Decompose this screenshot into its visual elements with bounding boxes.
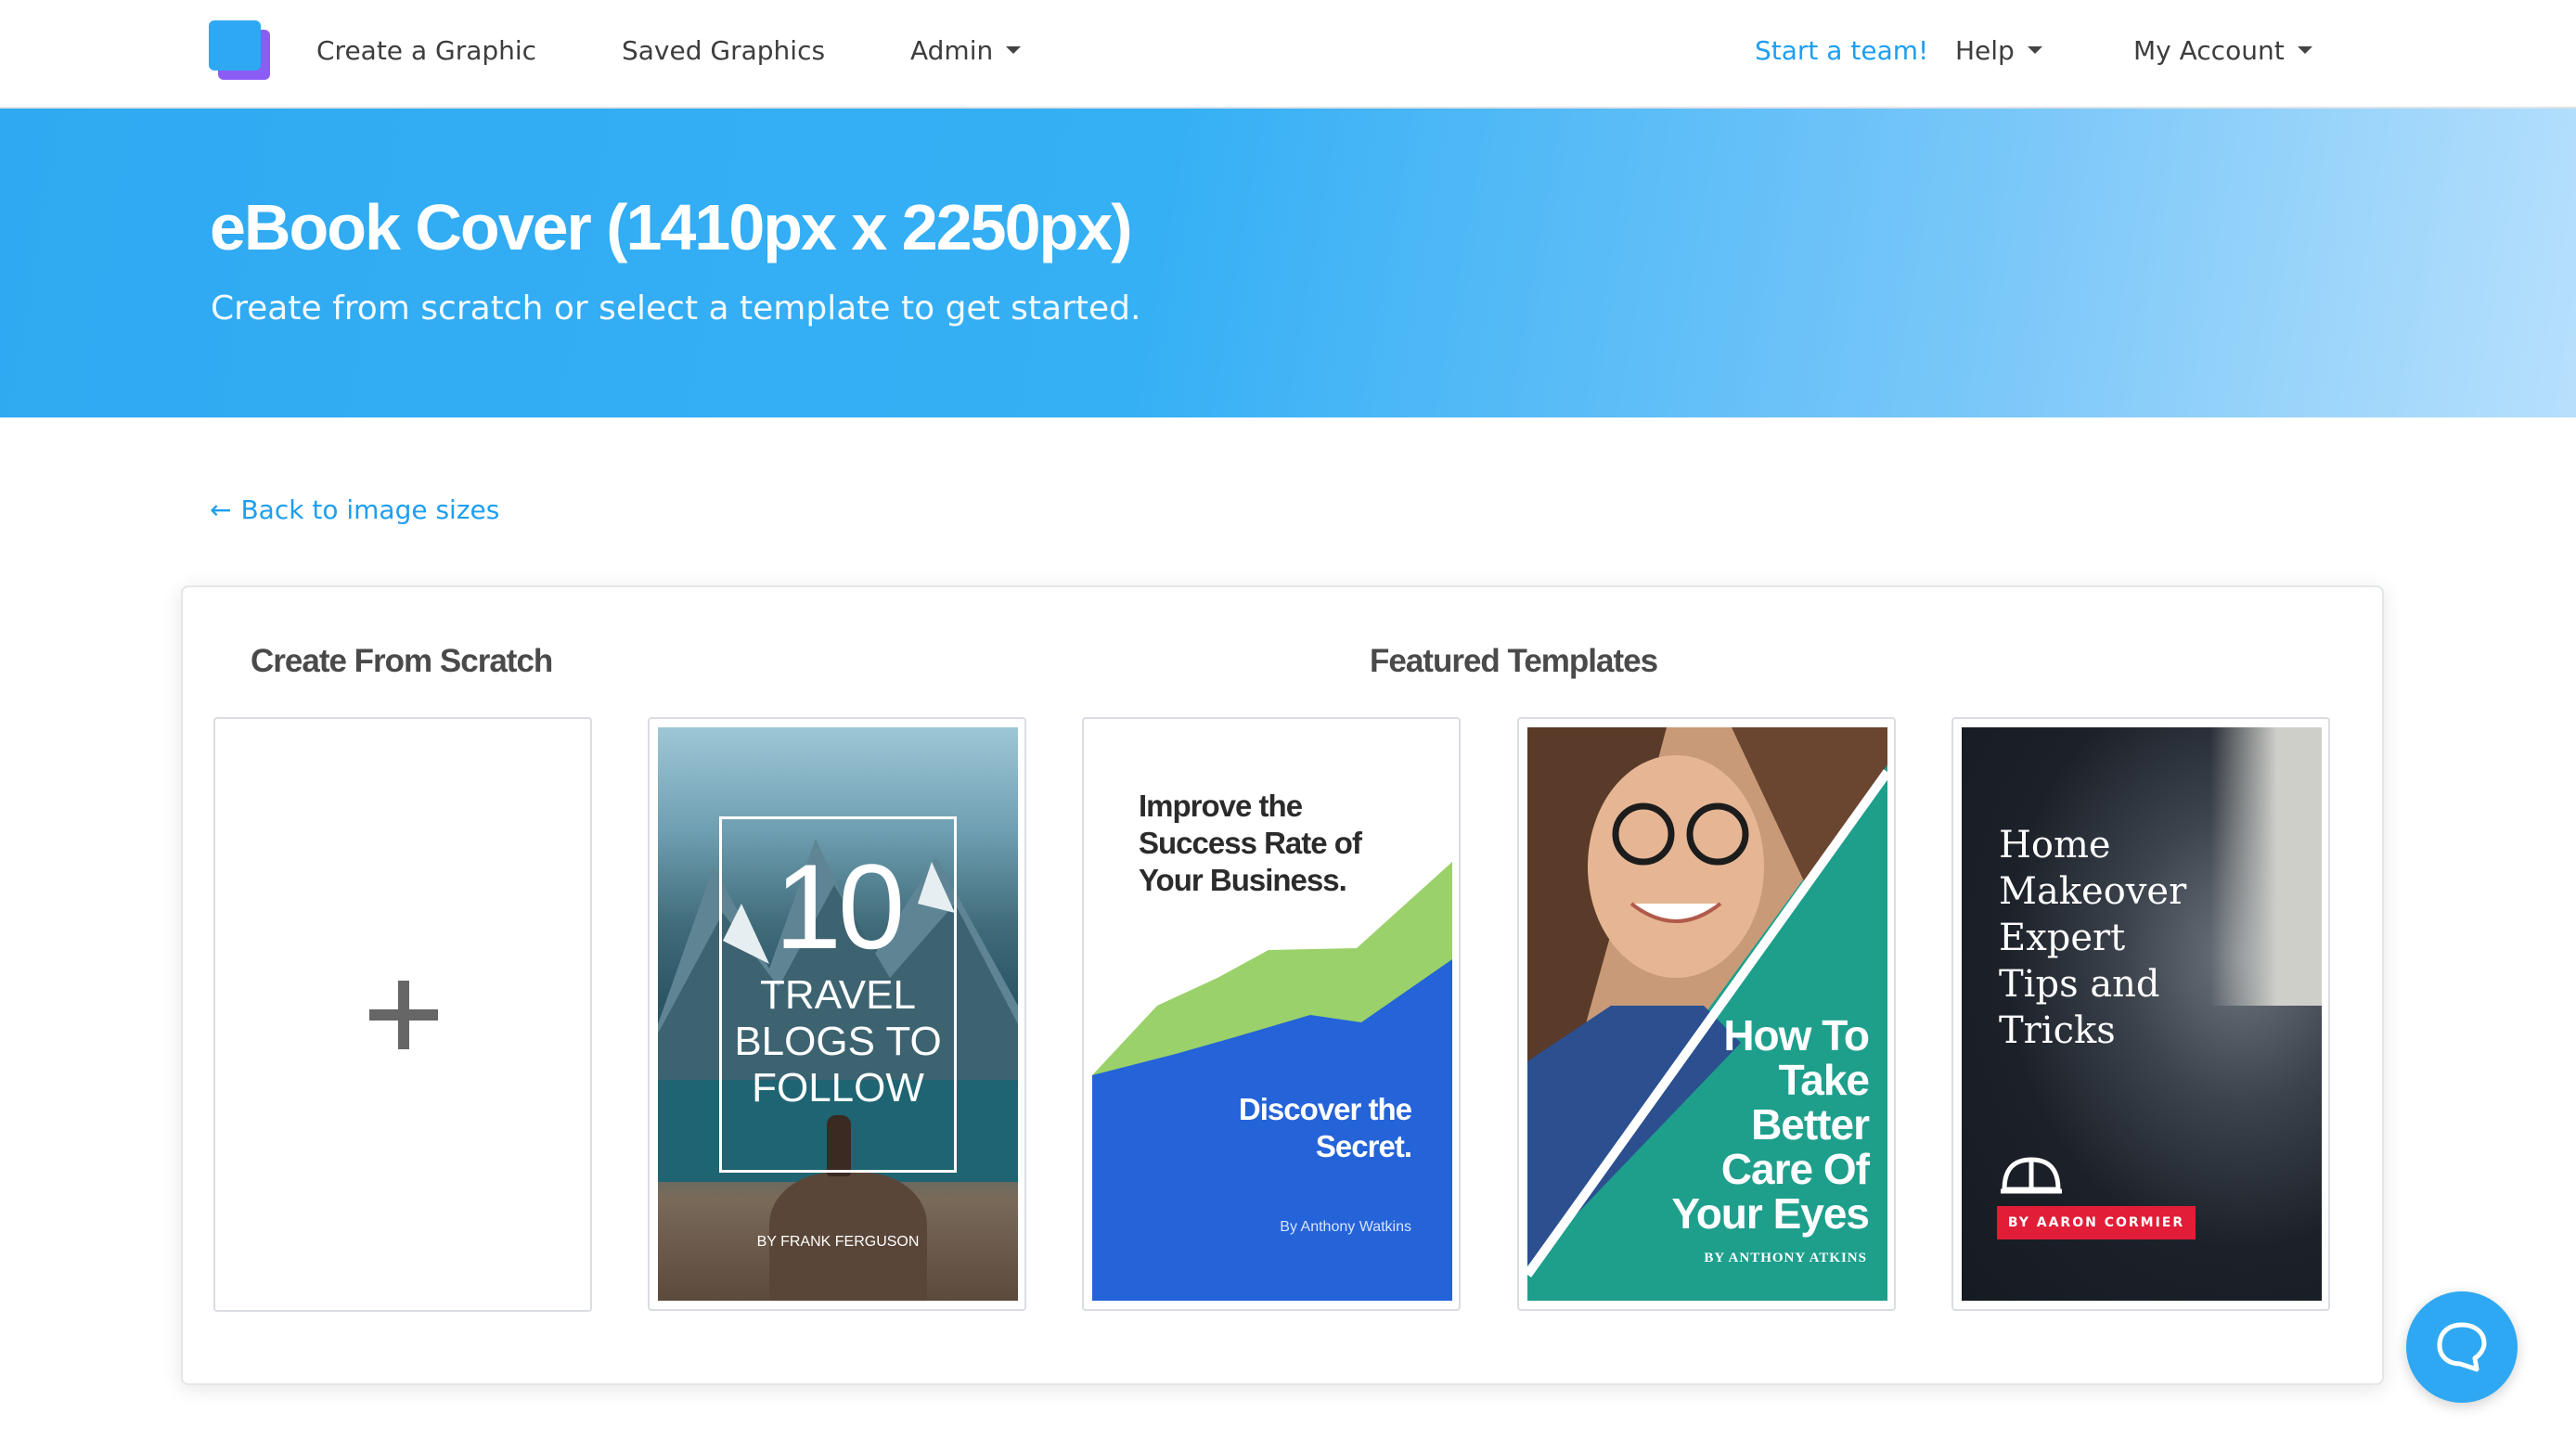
arrow-left-icon: ← bbox=[210, 494, 232, 525]
nav-help-menu[interactable]: Help bbox=[1955, 35, 2042, 66]
template-eye-care[interactable]: How To Take Better Care Of Your Eyes BY … bbox=[1517, 717, 1896, 1311]
template-author: BY AARON CORMIER bbox=[1997, 1206, 2196, 1239]
featured-templates-title: Featured Templates bbox=[1370, 643, 1658, 679]
template-thumbnail: How To Take Better Care Of Your Eyes BY … bbox=[1527, 727, 1887, 1301]
template-author: By Anthony Watkins bbox=[1280, 1219, 1411, 1235]
template-headline: Improve the Success Rate of Your Busines… bbox=[1139, 789, 1362, 897]
template-business-success[interactable]: Improve the Success Rate of Your Busines… bbox=[1082, 717, 1461, 1311]
nav-admin-menu[interactable]: Admin bbox=[910, 35, 1022, 66]
plus-icon bbox=[369, 981, 438, 1049]
template-title: TRAVEL BLOGS TO FOLLOW bbox=[734, 972, 942, 1111]
hero-banner: eBook Cover (1410px x 2250px) Create fro… bbox=[0, 109, 2576, 417]
back-to-image-sizes-link[interactable]: ← Back to image sizes bbox=[210, 494, 499, 525]
hard-hat-icon bbox=[2001, 1157, 2062, 1194]
template-author: BY FRANK FERGUSON bbox=[756, 1234, 920, 1250]
create-from-scratch-tile[interactable] bbox=[213, 717, 592, 1312]
create-from-scratch-title: Create From Scratch bbox=[251, 643, 553, 679]
template-thumbnail: Improve the Success Rate of Your Busines… bbox=[1092, 727, 1452, 1301]
top-navigation: Create a Graphic Saved Graphics Admin St… bbox=[0, 0, 2576, 109]
template-tagline: Discover the Secret. bbox=[1238, 1092, 1412, 1163]
template-title: How To Take Better Care Of Your Eyes bbox=[1671, 1011, 1870, 1238]
template-title: Home Makeover Expert Tips and Tricks bbox=[1999, 824, 2187, 1052]
template-thumbnail: Home Makeover Expert Tips and Tricks BY … bbox=[1962, 727, 2322, 1301]
chat-bubble-icon bbox=[2437, 1322, 2487, 1372]
caret-down-icon bbox=[1006, 46, 1022, 54]
nav-help-label: Help bbox=[1955, 35, 2015, 66]
template-number: 10 bbox=[774, 839, 906, 974]
template-home-makeover[interactable]: Home Makeover Expert Tips and Tricks BY … bbox=[1951, 717, 2330, 1311]
nav-create-graphic[interactable]: Create a Graphic bbox=[316, 35, 536, 66]
caret-down-icon bbox=[2297, 46, 2312, 54]
back-link-label: Back to image sizes bbox=[240, 494, 500, 525]
chat-support-button[interactable] bbox=[2406, 1291, 2518, 1403]
nav-admin-label: Admin bbox=[910, 35, 994, 66]
template-picker-card: Create From Scratch Featured Templates 1… bbox=[181, 585, 2384, 1385]
nav-account-label: My Account bbox=[2133, 35, 2285, 66]
template-author: BY ANTHONY ATKINS bbox=[1704, 1251, 1867, 1265]
template-thumbnail: 10 TRAVEL BLOGS TO FOLLOW BY FRANK FERGU… bbox=[658, 727, 1018, 1301]
nav-saved-graphics[interactable]: Saved Graphics bbox=[622, 35, 825, 66]
page-subtitle: Create from scratch or select a template… bbox=[211, 289, 1141, 327]
app-logo-icon[interactable] bbox=[209, 20, 274, 82]
page-title: eBook Cover (1410px x 2250px) bbox=[210, 191, 1133, 263]
caret-down-icon bbox=[2027, 46, 2042, 54]
template-travel-blogs[interactable]: 10 TRAVEL BLOGS TO FOLLOW BY FRANK FERGU… bbox=[648, 717, 1026, 1311]
nav-account-menu[interactable]: My Account bbox=[2133, 35, 2312, 66]
start-team-link[interactable]: Start a team! bbox=[1755, 35, 1928, 66]
